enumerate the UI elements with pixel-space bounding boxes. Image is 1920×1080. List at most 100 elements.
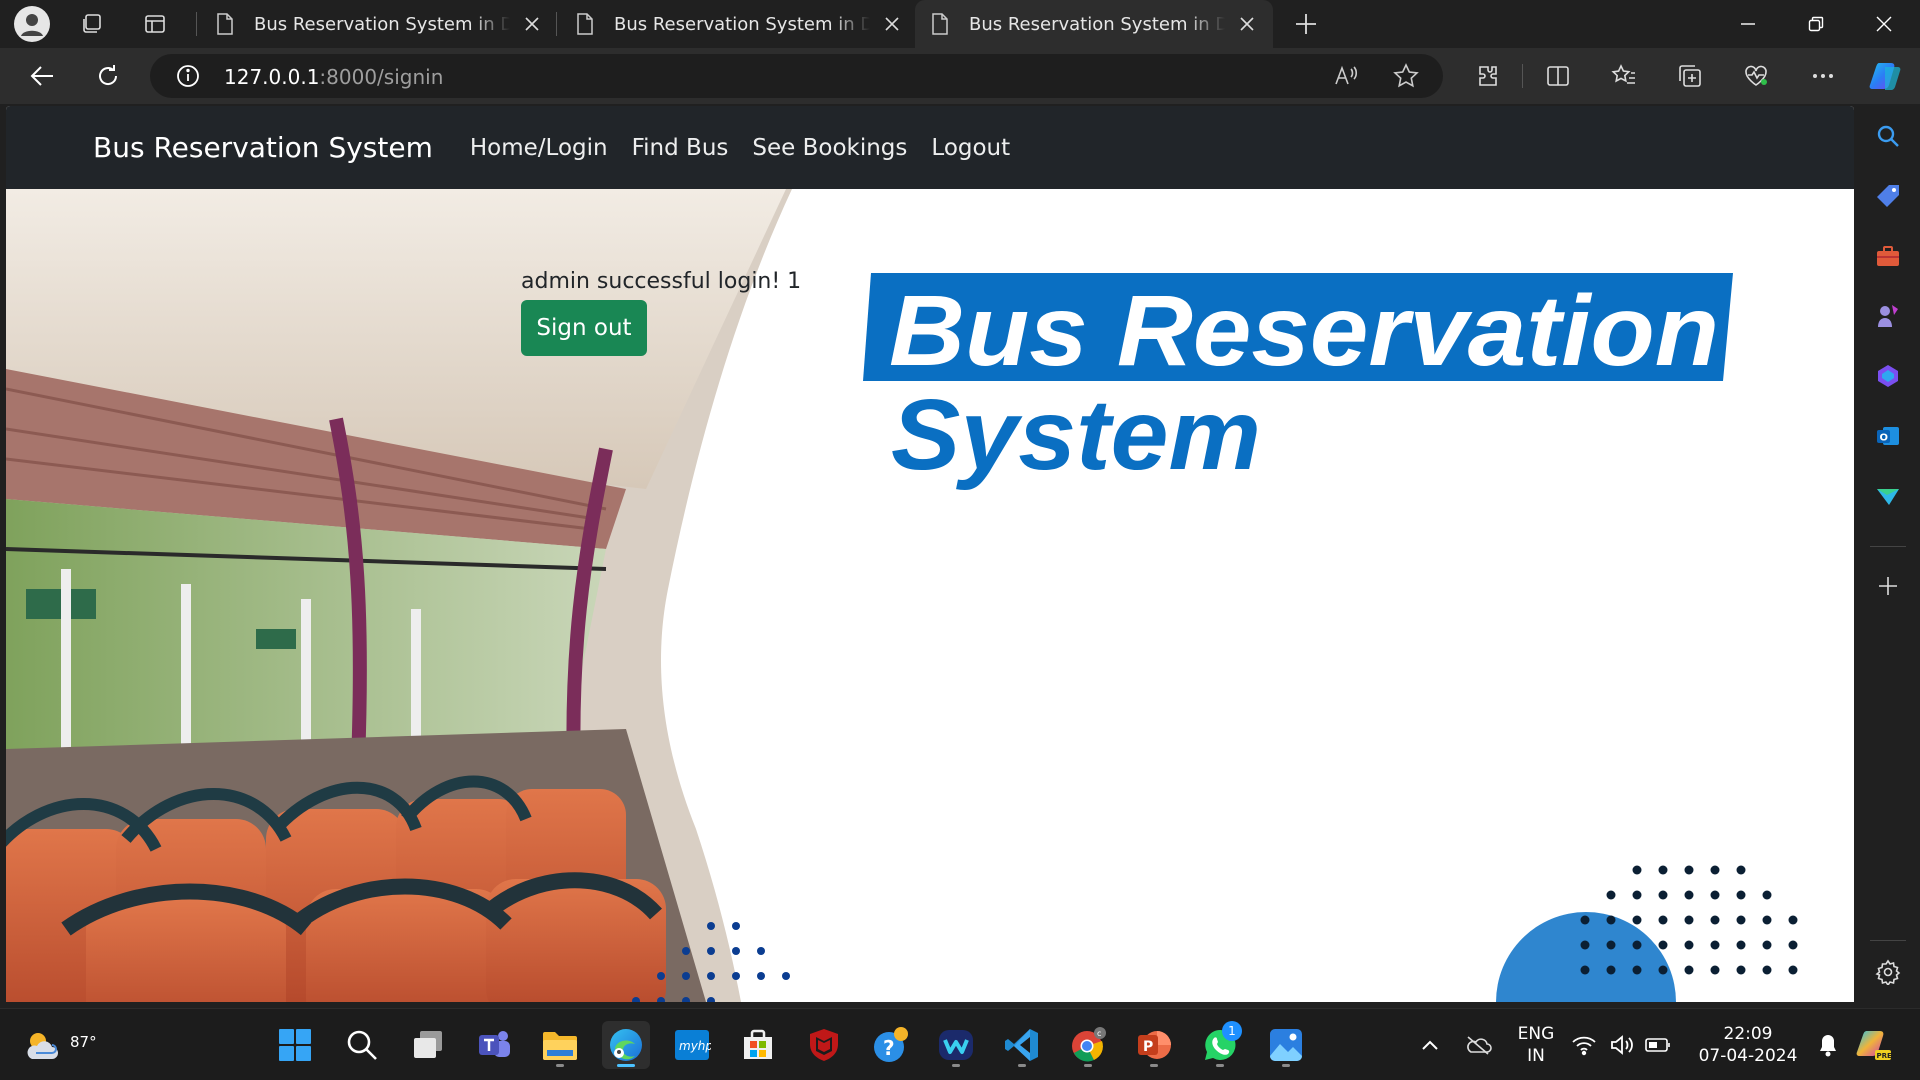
split-screen-icon[interactable] (1540, 58, 1576, 94)
onedrive-icon[interactable] (1454, 1021, 1502, 1069)
chevron-up-icon[interactable] (1406, 1021, 1454, 1069)
photos-icon[interactable] (1262, 1021, 1310, 1069)
webex-icon[interactable] (932, 1021, 980, 1069)
battery-icon[interactable] (1642, 1021, 1674, 1069)
close-tab-icon[interactable] (520, 12, 544, 36)
nav-link-logout[interactable]: Logout (931, 135, 1010, 161)
sign-out-button[interactable]: Sign out (521, 300, 647, 356)
shopping-icon[interactable] (1870, 178, 1906, 214)
web-page: Bus Reservation System Home/Login Find B… (6, 106, 1854, 1002)
browser-tab-active[interactable]: Bus Reservation System in Django (915, 0, 1273, 48)
task-view-icon[interactable] (404, 1021, 452, 1069)
powerpoint-icon[interactable]: P (1130, 1021, 1178, 1069)
workspaces-icon[interactable] (74, 6, 110, 42)
edge-icon[interactable] (602, 1021, 650, 1069)
whatsapp-icon[interactable]: 1 (1196, 1021, 1244, 1069)
browser-tab[interactable]: Bus Reservation System in Django (560, 0, 918, 48)
tab-title: Bus Reservation System in Django (614, 13, 870, 35)
settings-icon[interactable] (1870, 954, 1906, 990)
bus-reservation-logo: Bus Reservation System (863, 273, 1733, 491)
copilot-taskbar-icon[interactable]: PRE (1850, 1021, 1898, 1069)
browser-essentials-icon[interactable] (1738, 58, 1774, 94)
tab-title: Bus Reservation System in Django (254, 13, 510, 35)
more-icon[interactable] (1805, 58, 1841, 94)
svg-text:P: P (1143, 1039, 1153, 1055)
refresh-icon[interactable] (90, 58, 126, 94)
drop-icon[interactable] (1870, 478, 1906, 514)
tools-icon[interactable] (1870, 238, 1906, 274)
site-info-icon[interactable] (170, 58, 206, 94)
extensions-icon[interactable] (1470, 58, 1506, 94)
search-icon[interactable] (1870, 118, 1906, 154)
mcafee-icon[interactable] (800, 1021, 848, 1069)
url-path: :8000/signin (319, 65, 444, 89)
nav-link-find-bus[interactable]: Find Bus (632, 135, 729, 161)
add-icon[interactable] (1870, 568, 1906, 604)
file-explorer-icon[interactable] (536, 1021, 584, 1069)
nav-link-home-login[interactable]: Home/Login (470, 135, 608, 161)
favorites-icon[interactable] (1606, 58, 1642, 94)
games-icon[interactable] (1870, 298, 1906, 334)
logo-line-2: System (891, 379, 1261, 491)
restore-icon[interactable] (1782, 0, 1850, 48)
clock-time: 22:09 (1723, 1024, 1773, 1044)
browser-title-bar: Bus Reservation System in Django Bus Res… (0, 0, 1920, 48)
site-navbar: Bus Reservation System Home/Login Find B… (6, 106, 1854, 189)
browser-toolbar: 127.0.0.1:8000/signin (0, 48, 1920, 104)
teams-icon[interactable] (470, 1021, 518, 1069)
clock[interactable]: 22:09 07-04-2024 (1690, 1023, 1806, 1067)
navbar-brand[interactable]: Bus Reservation System (93, 131, 433, 164)
login-success-message: admin successful login! 1 (521, 269, 802, 294)
profile-avatar-icon[interactable] (14, 6, 50, 42)
read-aloud-icon[interactable] (1328, 58, 1364, 94)
svg-text:c: c (1097, 1029, 1101, 1038)
vertical-tabs-icon[interactable] (137, 6, 173, 42)
logo-line-1: Bus Reservation (889, 275, 1719, 387)
url-host: 127.0.0.1 (224, 65, 320, 89)
weather-temperature: 87° (70, 1033, 97, 1051)
svg-text:?: ? (883, 1036, 895, 1060)
page-icon (577, 13, 593, 35)
address-bar[interactable]: 127.0.0.1:8000/signin (150, 54, 1443, 98)
minimize-icon[interactable] (1714, 0, 1782, 48)
edge-sidebar: O (1856, 106, 1920, 1002)
language-indicator[interactable]: ENG IN (1508, 1023, 1564, 1067)
microsoft-store-icon[interactable] (734, 1021, 782, 1069)
svg-text:PRE: PRE (1877, 1052, 1893, 1060)
page-icon (217, 13, 233, 35)
collections-icon[interactable] (1672, 58, 1708, 94)
chrome-icon[interactable]: c (1064, 1021, 1112, 1069)
hero-banner: admin successful login! 1 Sign out Bus R… (6, 189, 1854, 1002)
volume-icon[interactable] (1606, 1021, 1638, 1069)
myhp-label: myhp (679, 1039, 711, 1053)
outlook-icon[interactable]: O (1870, 418, 1906, 454)
nav-link-see-bookings[interactable]: See Bookings (752, 135, 907, 161)
tab-title: Bus Reservation System in Django (969, 13, 1225, 35)
myhp-icon[interactable]: myhp (668, 1021, 716, 1069)
start-icon[interactable] (271, 1021, 319, 1069)
microsoft-365-icon[interactable] (1870, 358, 1906, 394)
notification-bell-icon[interactable] (1810, 1021, 1846, 1069)
url-text[interactable]: 127.0.0.1:8000/signin (224, 65, 443, 89)
wifi-icon[interactable] (1568, 1021, 1600, 1069)
page-icon (932, 13, 948, 35)
favorite-star-icon[interactable] (1388, 58, 1424, 94)
svg-text:O: O (1880, 433, 1889, 444)
weather-icon (27, 1033, 58, 1059)
whatsapp-notification-badge: 1 (1222, 1021, 1242, 1041)
help-icon[interactable]: ? (866, 1021, 914, 1069)
copilot-icon[interactable] (1868, 58, 1904, 94)
close-tab-icon[interactable] (880, 12, 904, 36)
vscode-icon[interactable] (998, 1021, 1046, 1069)
back-icon[interactable] (24, 58, 60, 94)
search-icon[interactable] (338, 1021, 386, 1069)
close-window-icon[interactable] (1850, 0, 1918, 48)
close-tab-icon[interactable] (1235, 12, 1259, 36)
browser-tab[interactable]: Bus Reservation System in Django (200, 0, 558, 48)
windows-taskbar: 87° myhp ? c P 1 ENG IN 22:09 07-04-2024… (0, 1008, 1920, 1080)
clock-date: 07-04-2024 (1698, 1046, 1798, 1066)
region-code: IN (1527, 1046, 1545, 1066)
weather-widget[interactable]: 87° (22, 1021, 112, 1069)
language-code: ENG (1517, 1024, 1555, 1044)
new-tab-icon[interactable] (1288, 6, 1324, 42)
